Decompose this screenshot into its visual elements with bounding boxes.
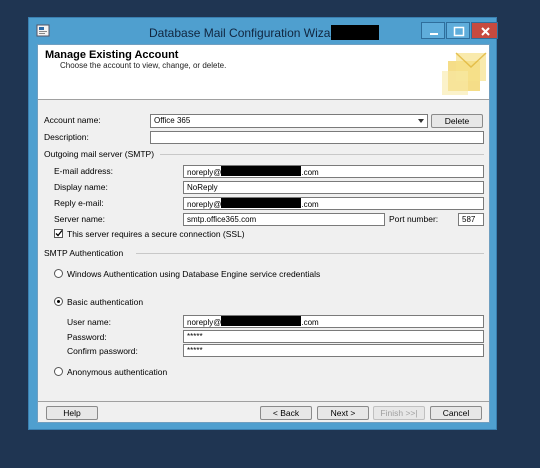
reply-prefix: noreply@ (187, 200, 222, 209)
port-number-field[interactable]: 587 (458, 213, 484, 226)
page-subtitle: Choose the account to view, change, or d… (60, 61, 227, 70)
redacted-server-name (331, 25, 379, 40)
user-name-field[interactable]: noreply@ .com (183, 315, 484, 328)
confirm-password-label: Confirm password: (67, 346, 138, 356)
close-icon (481, 27, 490, 36)
username-prefix: noreply@ (187, 318, 222, 327)
account-name-value: Office 365 (154, 116, 191, 125)
wizard-content: Manage Existing Account Choose the accou… (37, 44, 490, 423)
page-title: Manage Existing Account (45, 49, 179, 61)
redacted-domain (221, 166, 302, 176)
display-name-field[interactable]: NoReply (183, 181, 484, 194)
chevron-down-icon[interactable] (416, 116, 426, 126)
checkmark-icon (55, 230, 63, 237)
back-button[interactable]: < Back (260, 406, 312, 420)
server-name-label: Server name: (54, 214, 106, 224)
database-mail-app-icon (36, 24, 50, 37)
minimize-icon (430, 33, 438, 35)
maximize-button[interactable] (446, 22, 470, 39)
title-bar[interactable]: Database Mail Configuration Wizard - (29, 18, 498, 44)
cancel-button[interactable]: Cancel (430, 406, 482, 420)
basic-auth-radio[interactable] (54, 297, 63, 306)
password-label: Password: (67, 332, 107, 342)
basic-auth-label: Basic authentication (67, 297, 144, 307)
redacted-domain (221, 316, 302, 326)
footer-divider (38, 401, 489, 402)
username-suffix: .com (301, 318, 319, 327)
port-number-label: Port number: (389, 214, 439, 224)
mail-envelope-graphic (438, 47, 490, 99)
anonymous-auth-radio[interactable] (54, 367, 63, 376)
smtp-section-divider (160, 154, 484, 155)
account-name-label: Account name: (44, 115, 101, 125)
display-name-label: Display name: (54, 182, 108, 192)
email-prefix: noreply@ (187, 168, 222, 177)
ssl-checkbox[interactable] (54, 229, 63, 238)
server-name-field[interactable]: smtp.office365.com (183, 213, 385, 226)
next-button[interactable]: Next > (317, 406, 369, 420)
help-button[interactable]: Help (46, 406, 98, 420)
description-field[interactable] (150, 131, 484, 144)
finish-button[interactable]: Finish >>| (373, 406, 425, 420)
account-name-dropdown[interactable]: Office 365 (150, 114, 428, 128)
window-title: Database Mail Configuration Wizard - (149, 26, 349, 40)
confirm-password-field[interactable]: ***** (183, 344, 484, 357)
email-address-label: E-mail address: (54, 166, 114, 176)
description-label: Description: (44, 132, 89, 142)
minimize-button[interactable] (421, 22, 445, 39)
windows-auth-label: Windows Authentication using Database En… (67, 269, 321, 279)
redacted-domain (221, 198, 302, 208)
user-name-label: User name: (67, 317, 111, 327)
auth-section-divider (136, 253, 484, 254)
reply-suffix: .com (301, 200, 319, 209)
anonymous-auth-label: Anonymous authentication (67, 367, 168, 377)
reply-email-field[interactable]: noreply@ .com (183, 197, 484, 210)
maximize-icon (453, 26, 465, 37)
smtp-auth-section-label: SMTP Authentication (44, 248, 124, 258)
email-suffix: .com (301, 168, 319, 177)
password-field[interactable]: ***** (183, 330, 484, 343)
email-address-field[interactable]: noreply@ .com (183, 165, 484, 178)
wizard-window: Database Mail Configuration Wizard - Man… (28, 17, 498, 430)
ssl-label: This server requires a secure connection… (67, 229, 245, 239)
reply-email-label: Reply e-mail: (54, 198, 104, 208)
delete-account-button[interactable]: Delete (431, 114, 483, 128)
close-button[interactable] (471, 22, 498, 39)
smtp-section-label: Outgoing mail server (SMTP) (44, 149, 155, 159)
windows-auth-radio[interactable] (54, 269, 63, 278)
wizard-header: Manage Existing Account Choose the accou… (38, 45, 489, 100)
